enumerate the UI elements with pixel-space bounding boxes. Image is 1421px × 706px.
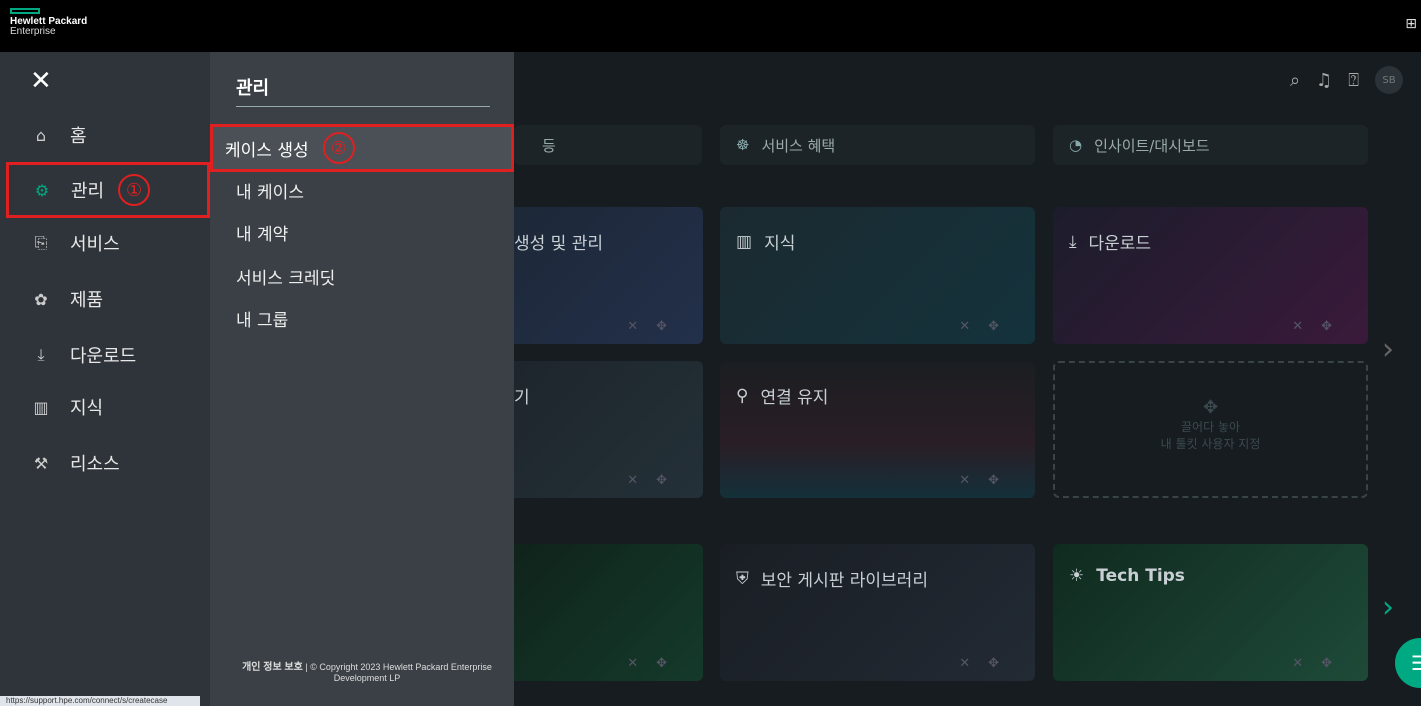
services-icon: ⎘: [34, 233, 48, 252]
tile-stay-connected[interactable]: ⚲ 연결 유지 ✕✥: [720, 361, 1035, 498]
sidebar-item-knowledge[interactable]: ▥ 지식: [8, 382, 208, 432]
bulb-icon: ☀: [1069, 566, 1085, 586]
tile-downloads[interactable]: ⤓ 다운로드 ✕✥: [1053, 207, 1368, 344]
submenu-item-my-cases[interactable]: 내 케이스: [236, 178, 304, 203]
close-icon[interactable]: ✕: [30, 66, 52, 96]
sidebar-item-label: 서비스: [70, 234, 120, 255]
sidebar-nav: ✕ ⌂ 홈 ⚙ 관리 ① ⎘ 서비스 ✿ 제품 ⤓ 다운로드 ▥ 지식 ⚒ 리소…: [0, 52, 210, 706]
search-icon[interactable]: ⌕: [1290, 70, 1300, 91]
submenu-item-my-contracts[interactable]: 내 계약: [236, 220, 288, 245]
sidebar-item-label: 지식: [70, 398, 104, 419]
toolkit-dropzone[interactable]: ✥ 끌어다 놓아 내 툴킷 사용자 지정: [1053, 361, 1368, 498]
tile-title: 생성 및 관리: [514, 234, 604, 254]
tile-partial-2[interactable]: ✕✥: [514, 544, 703, 681]
annotation-marker-1: ①: [118, 174, 151, 206]
logo-line2: Enterprise: [10, 26, 56, 37]
tile-title: ⤓ 다운로드: [1069, 231, 1152, 255]
status-bar-url: https://support.hpe.com/connect/s/create…: [0, 696, 200, 706]
tile-pin-icons: ✕✥: [1292, 319, 1350, 334]
submenu-item-my-groups[interactable]: 내 그룹: [236, 306, 288, 331]
pill-0[interactable]: 등: [514, 125, 702, 165]
download-icon: ⤓: [1069, 231, 1077, 252]
tile-title: ⛨ 보안 게시판 라이브러리: [736, 568, 928, 592]
tile-pin-icons: ✕✥: [959, 473, 1017, 488]
pill-service-benefits[interactable]: ☸ 서비스 혜택: [720, 125, 1035, 165]
sidebar-item-downloads[interactable]: ⤓ 다운로드: [8, 330, 208, 380]
link-icon: ⚲: [736, 385, 749, 406]
tile-case-management[interactable]: 생성 및 관리 ✕✥: [514, 207, 703, 344]
privacy-link[interactable]: 개인 정보 보호: [242, 662, 303, 673]
submenu-footer: 개인 정보 보호 | © Copyright 2023 Hewlett Pack…: [232, 658, 502, 683]
annotation-marker-2: ②: [322, 132, 355, 164]
header-icons: ⌕ ♫ ⍰ SB: [1290, 66, 1403, 94]
help-icon[interactable]: ⍰: [1348, 70, 1359, 91]
tile-pin-icons: ✕✥: [627, 656, 685, 671]
top-bar: Hewlett Packard Enterprise ⊞: [0, 0, 1421, 52]
submenu-item-service-credits[interactable]: 서비스 크레딧: [236, 264, 335, 289]
dashboard-background: ⌕ ♫ ⍰ SB 등 ☸ 서비스 혜택 ◔ 인사이트/대시보드 생성 및 관리 …: [514, 52, 1421, 706]
pill-insights[interactable]: ◔ 인사이트/대시보드: [1053, 125, 1368, 165]
copyright-text: © Copyright 2023 Hewlett Packard Enterpr…: [310, 662, 492, 683]
submenu-item-label: 케이스 생성: [225, 140, 309, 161]
sidebar-item-label: 리소스: [70, 454, 120, 475]
app-grid-icon[interactable]: ⊞: [1405, 16, 1417, 32]
sidebar-item-label: 관리: [71, 181, 105, 202]
tile-pin-icons: ✕✥: [627, 473, 685, 488]
shield-icon: ⛨: [736, 568, 749, 589]
tile-title: ☀ Tech Tips: [1069, 566, 1185, 586]
download-icon: ⤓: [37, 345, 45, 364]
tile-pin-icons: ✕✥: [627, 319, 685, 334]
tile-title: 기: [514, 388, 530, 408]
tile-title: ▥ 지식: [736, 231, 796, 255]
sidebar-item-home[interactable]: ⌂ 홈: [8, 110, 208, 160]
hpe-logo-mark: [10, 8, 40, 14]
sidebar-item-label: 제품: [70, 290, 104, 311]
submenu-title: 관리: [236, 78, 270, 99]
next-arrow-icon[interactable]: ›: [1382, 332, 1394, 367]
tile-tech-tips[interactable]: ☀ Tech Tips ✕✥: [1053, 544, 1368, 681]
submenu-divider: [236, 106, 490, 107]
dropzone-line2: 내 툴킷 사용자 지정: [1160, 437, 1261, 451]
sidebar-item-label: 홈: [70, 126, 87, 147]
submenu-item-create-case[interactable]: 케이스 생성 ②: [210, 124, 514, 172]
book-icon: ▥: [33, 397, 49, 417]
sidebar-item-services[interactable]: ⎘ 서비스: [8, 218, 208, 268]
sidebar-item-resources[interactable]: ⚒ 리소스: [8, 438, 208, 488]
dropzone-line1: 끌어다 놓아: [1180, 420, 1240, 434]
move-icon: ✥: [1202, 397, 1219, 418]
hpe-logo[interactable]: Hewlett Packard Enterprise: [10, 8, 87, 37]
next-arrow-icon-2[interactable]: ›: [1382, 590, 1394, 625]
tools-icon: ⚒: [33, 453, 49, 473]
tile-knowledge[interactable]: ▥ 지식 ✕✥: [720, 207, 1035, 344]
sidebar-item-products[interactable]: ✿ 제품: [8, 274, 208, 324]
tile-pin-icons: ✕✥: [959, 319, 1017, 334]
products-icon: ✿: [34, 289, 48, 309]
tile-security-bulletins[interactable]: ⛨ 보안 게시판 라이브러리 ✕✥: [720, 544, 1035, 681]
avatar[interactable]: SB: [1375, 66, 1403, 94]
home-icon: ⌂: [35, 125, 47, 145]
pill-label: 등: [542, 136, 556, 155]
sidebar-item-label: 다운로드: [70, 346, 137, 367]
tile-title: ⚲ 연결 유지: [736, 385, 829, 409]
pill-label: 서비스 혜택: [761, 136, 836, 155]
tile-pin-icons: ✕✥: [959, 656, 1017, 671]
insights-icon: ◔: [1069, 136, 1083, 154]
manage-icon: ⚙: [34, 180, 50, 200]
benefit-icon: ☸: [736, 136, 750, 154]
book-icon: ▥: [736, 231, 753, 252]
manage-submenu: 관리 케이스 생성 ② 내 케이스 내 계약 서비스 크레딧 내 그룹 개인 정…: [210, 52, 514, 706]
chat-icon[interactable]: ☰: [1395, 638, 1421, 688]
pill-label: 인사이트/대시보드: [1094, 136, 1210, 155]
tile-pin-icons: ✕✥: [1292, 656, 1350, 671]
tile-partial[interactable]: 기 ✕✥: [514, 361, 703, 498]
bell-icon[interactable]: ♫: [1316, 70, 1332, 91]
footer-separator: |: [305, 662, 308, 672]
sidebar-item-manage[interactable]: ⚙ 관리 ①: [6, 162, 210, 218]
